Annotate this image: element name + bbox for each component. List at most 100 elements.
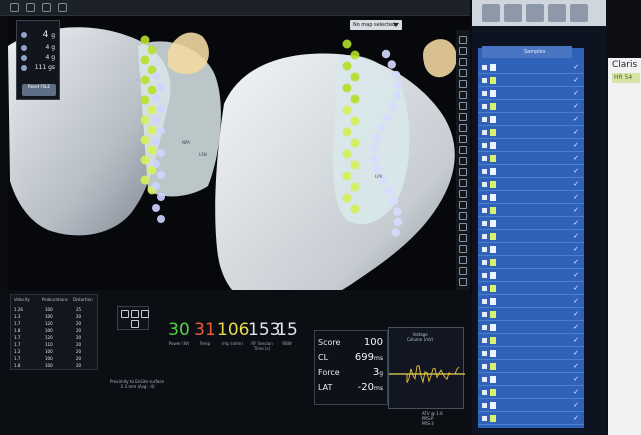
check-icon[interactable] bbox=[482, 390, 487, 395]
3d-map-viewport[interactable]: NPA LSN LPV bbox=[8, 16, 470, 336]
visible-check-icon[interactable]: ✓ bbox=[573, 115, 579, 123]
check-icon[interactable] bbox=[482, 351, 487, 356]
visible-check-icon[interactable]: ✓ bbox=[573, 284, 579, 292]
list-item[interactable]: ✓ bbox=[478, 400, 584, 412]
check-icon[interactable] bbox=[482, 260, 487, 265]
visible-check-icon[interactable]: ✓ bbox=[573, 102, 579, 110]
tool-icon[interactable] bbox=[459, 267, 467, 275]
visible-check-icon[interactable]: ✓ bbox=[573, 336, 579, 344]
list-item[interactable]: ✓ bbox=[478, 244, 584, 256]
clock-icon[interactable] bbox=[141, 310, 149, 318]
check-icon[interactable] bbox=[482, 130, 487, 135]
tool-icon[interactable] bbox=[459, 234, 467, 242]
visible-check-icon[interactable]: ✓ bbox=[573, 414, 579, 422]
list-item[interactable]: ✓ bbox=[478, 309, 584, 321]
list-item[interactable]: ✓ bbox=[478, 257, 584, 269]
list-item[interactable]: ✓ bbox=[478, 374, 584, 386]
check-icon[interactable] bbox=[482, 182, 487, 187]
check-icon[interactable] bbox=[482, 65, 487, 70]
list-item[interactable]: ✓ bbox=[478, 75, 584, 87]
visible-check-icon[interactable]: ✓ bbox=[573, 388, 579, 396]
tool-icon[interactable] bbox=[459, 91, 467, 99]
visible-check-icon[interactable]: ✓ bbox=[573, 63, 579, 71]
view-tab-icon[interactable] bbox=[548, 4, 566, 22]
visible-check-icon[interactable]: ✓ bbox=[573, 297, 579, 305]
visible-check-icon[interactable]: ✓ bbox=[573, 271, 579, 279]
visible-check-icon[interactable]: ✓ bbox=[573, 323, 579, 331]
tool-icon[interactable] bbox=[459, 245, 467, 253]
list-item[interactable]: ✓ bbox=[478, 101, 584, 113]
visible-check-icon[interactable]: ✓ bbox=[573, 206, 579, 214]
tool-icon[interactable] bbox=[459, 256, 467, 264]
list-item[interactable]: ✓ bbox=[478, 166, 584, 178]
check-icon[interactable] bbox=[482, 156, 487, 161]
check-icon[interactable] bbox=[482, 338, 487, 343]
list-item[interactable]: ✓ bbox=[478, 270, 584, 282]
list-item[interactable]: ✓ bbox=[478, 114, 584, 126]
visible-check-icon[interactable]: ✓ bbox=[573, 89, 579, 97]
list-item[interactable]: ✓ bbox=[478, 322, 584, 334]
list-item[interactable]: ✓ bbox=[478, 413, 584, 425]
map-selector-dropdown[interactable]: No map selected bbox=[350, 20, 402, 30]
tool-icon[interactable] bbox=[459, 223, 467, 231]
visible-check-icon[interactable]: ✓ bbox=[573, 141, 579, 149]
tool-icon[interactable] bbox=[459, 102, 467, 110]
tool-icon[interactable] bbox=[459, 168, 467, 176]
back-icon[interactable] bbox=[42, 3, 51, 12]
tool-icon[interactable] bbox=[459, 47, 467, 55]
check-icon[interactable] bbox=[482, 364, 487, 369]
list-item[interactable]: ✓ bbox=[478, 218, 584, 230]
check-icon[interactable] bbox=[482, 403, 487, 408]
grid-icon[interactable] bbox=[121, 310, 129, 318]
check-icon[interactable] bbox=[482, 247, 487, 252]
check-icon[interactable] bbox=[482, 416, 487, 421]
visible-check-icon[interactable]: ✓ bbox=[573, 193, 579, 201]
visible-check-icon[interactable]: ✓ bbox=[573, 245, 579, 253]
visible-check-icon[interactable]: ✓ bbox=[573, 310, 579, 318]
list-item[interactable]: ✓ bbox=[478, 283, 584, 295]
visible-check-icon[interactable]: ✓ bbox=[573, 258, 579, 266]
tool-icon[interactable] bbox=[459, 124, 467, 132]
check-icon[interactable] bbox=[482, 234, 487, 239]
tool-icon[interactable] bbox=[459, 135, 467, 143]
list-item[interactable]: ✓ bbox=[478, 62, 584, 74]
check-icon[interactable] bbox=[482, 221, 487, 226]
home-icon[interactable] bbox=[26, 3, 35, 12]
view-tab-icon[interactable] bbox=[482, 4, 500, 22]
list-item[interactable]: ✓ bbox=[478, 361, 584, 373]
warning-icon[interactable] bbox=[131, 320, 139, 328]
tool-icon[interactable] bbox=[459, 69, 467, 77]
forward-icon[interactable] bbox=[58, 3, 67, 12]
visible-check-icon[interactable]: ✓ bbox=[573, 167, 579, 175]
list-item[interactable]: ✓ bbox=[478, 127, 584, 139]
reset-button[interactable]: Reset FSLE bbox=[22, 84, 56, 96]
tool-icon[interactable] bbox=[459, 179, 467, 187]
list-item[interactable]: ✓ bbox=[478, 205, 584, 217]
tool-icon[interactable] bbox=[459, 278, 467, 286]
list-item[interactable]: ✓ bbox=[478, 179, 584, 191]
view-tab-icon[interactable] bbox=[570, 4, 588, 22]
visible-check-icon[interactable]: ✓ bbox=[573, 154, 579, 162]
list-item[interactable]: ✓ bbox=[478, 387, 584, 399]
tool-icon[interactable] bbox=[459, 146, 467, 154]
visible-check-icon[interactable]: ✓ bbox=[573, 128, 579, 136]
list-item[interactable]: ✓ bbox=[478, 348, 584, 360]
list-item[interactable]: ✓ bbox=[478, 335, 584, 347]
visible-check-icon[interactable]: ✓ bbox=[573, 180, 579, 188]
view-tab-icon[interactable] bbox=[526, 4, 544, 22]
list-item[interactable]: ✓ bbox=[478, 153, 584, 165]
tool-icon[interactable] bbox=[459, 157, 467, 165]
check-icon[interactable] bbox=[482, 286, 487, 291]
visible-check-icon[interactable]: ✓ bbox=[573, 362, 579, 370]
visible-check-icon[interactable]: ✓ bbox=[573, 76, 579, 84]
tool-icon[interactable] bbox=[459, 58, 467, 66]
tool-icon[interactable] bbox=[459, 36, 467, 44]
check-icon[interactable] bbox=[482, 325, 487, 330]
check-icon[interactable] bbox=[482, 91, 487, 96]
view-tab-icon[interactable] bbox=[504, 4, 522, 22]
visible-check-icon[interactable]: ✓ bbox=[573, 375, 579, 383]
check-icon[interactable] bbox=[482, 117, 487, 122]
visible-check-icon[interactable]: ✓ bbox=[573, 219, 579, 227]
check-icon[interactable] bbox=[482, 273, 487, 278]
tool-icon[interactable] bbox=[459, 190, 467, 198]
